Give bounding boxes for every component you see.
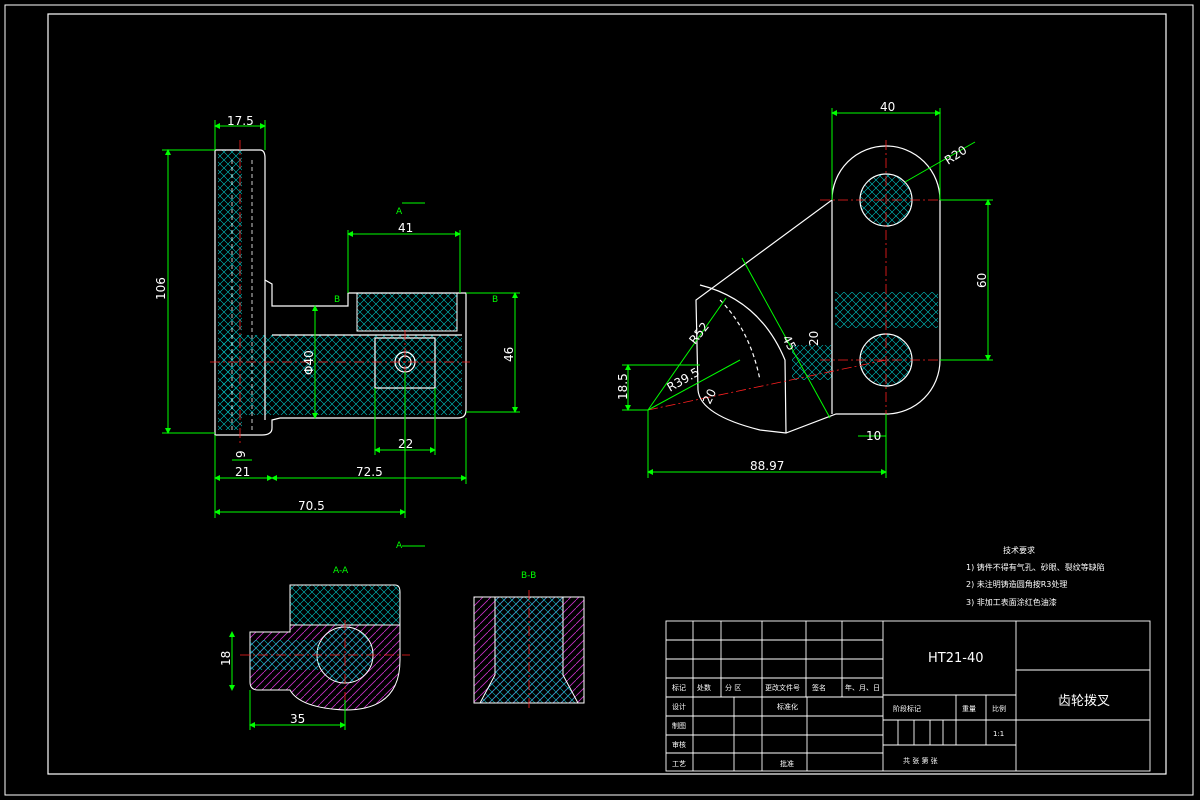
dim-20: 20 <box>807 331 821 346</box>
tb-header-5: 年、月、日 <box>845 683 880 692</box>
outer-border <box>4 4 1194 796</box>
tb-stage-mark: 阶段标记 <box>893 704 921 713</box>
tb-part-name: 齿轮拨叉 <box>1058 694 1110 709</box>
tb-row-design: 设计 <box>672 702 686 711</box>
tb-scale-label: 比例 <box>992 704 1006 713</box>
tb-approve: 批准 <box>780 759 794 768</box>
tb-part-code: HT21-40 <box>928 651 984 666</box>
sect-a-top: A <box>396 207 403 217</box>
side-pin-hatch <box>792 345 832 380</box>
dim-18_5: 18.5 <box>616 373 630 400</box>
tb-header-0: 标记 <box>672 683 686 692</box>
front-shaft-hatch <box>218 150 242 430</box>
cad-drawing-sheet: 17.5 106 41 Φ40 46 22 9 21 72.5 70.5 A A… <box>4 4 1194 796</box>
title-block-text: 标记 处数 分 区 更改文件号 签名 年、月、日 设计 制图 审核 工艺 标准化… <box>672 651 1110 768</box>
inner-border <box>47 13 1167 775</box>
tb-scale-value: 1:1 <box>993 730 1004 738</box>
tb-header-1: 处数 <box>697 683 711 692</box>
dim-41: 41 <box>398 221 413 235</box>
dim-r20: R20 <box>942 143 969 168</box>
dim-106: 106 <box>154 277 168 300</box>
notes-title: 技术要求 <box>1003 545 1035 555</box>
front-hub-hatch <box>222 335 462 415</box>
section-a-view: A-A 18 35 <box>219 566 410 730</box>
dim-9: 9 <box>234 450 248 458</box>
front-view: 17.5 106 41 Φ40 46 22 9 21 72.5 70.5 A A… <box>154 114 520 551</box>
section-b-title: B-B <box>521 571 536 581</box>
dim-60: 60 <box>975 273 989 288</box>
section-a-title: A-A <box>333 566 349 576</box>
sect-b-right: B <box>492 295 498 305</box>
dim-18: 18 <box>219 651 233 666</box>
sect-a-bottom: A <box>396 541 403 551</box>
dim-22: 22 <box>398 437 413 451</box>
dim-r39_5: R39.5 <box>665 365 702 395</box>
section-a-top-hatch <box>289 584 401 626</box>
section-b-view: B-B <box>473 571 585 710</box>
tb-header-3: 更改文件号 <box>765 683 800 692</box>
dim-10: 10 <box>866 429 881 443</box>
dim-88_97: 88.97 <box>750 459 784 473</box>
side-view: 40 R20 60 R52 45 20 R39.5 18.5 20 10 88.… <box>616 100 993 478</box>
dim-phi40: Φ40 <box>302 350 316 375</box>
dim-17_5: 17.5 <box>227 114 254 128</box>
dim-72_5: 72.5 <box>356 465 383 479</box>
notes-item-2: 2) 未注明铸造圆角按R3处理 <box>966 579 1067 589</box>
tb-standardize: 标准化 <box>777 702 798 711</box>
notes-item-1: 1) 铸件不得有气孔、砂眼、裂纹等缺陷 <box>966 562 1105 572</box>
notes-item-3: 3) 非加工表面涂红色油漆 <box>966 597 1057 607</box>
dim-21: 21 <box>235 465 250 479</box>
tb-header-2: 分 区 <box>725 683 741 692</box>
dim-35: 35 <box>290 712 305 726</box>
tb-header-4: 签名 <box>812 683 826 692</box>
tb-weight: 重量 <box>962 705 976 713</box>
technical-notes: 技术要求 1) 铸件不得有气孔、砂眼、裂纹等缺陷 2) 未注明铸造圆角按R3处理… <box>966 545 1105 607</box>
tb-row-draw: 制图 <box>672 721 686 730</box>
dim-70_5: 70.5 <box>298 499 325 513</box>
sect-b-left: B <box>334 295 340 305</box>
front-arm-hatch <box>356 292 458 332</box>
dim-40: 40 <box>880 100 895 114</box>
tb-row-process: 工艺 <box>672 760 686 768</box>
tb-sheets: 共 张 第 张 <box>903 756 938 765</box>
dim-20b: 20 <box>700 387 719 407</box>
tb-row-check: 审核 <box>672 740 686 749</box>
dim-46: 46 <box>502 347 516 362</box>
side-hatch-band <box>835 292 938 328</box>
